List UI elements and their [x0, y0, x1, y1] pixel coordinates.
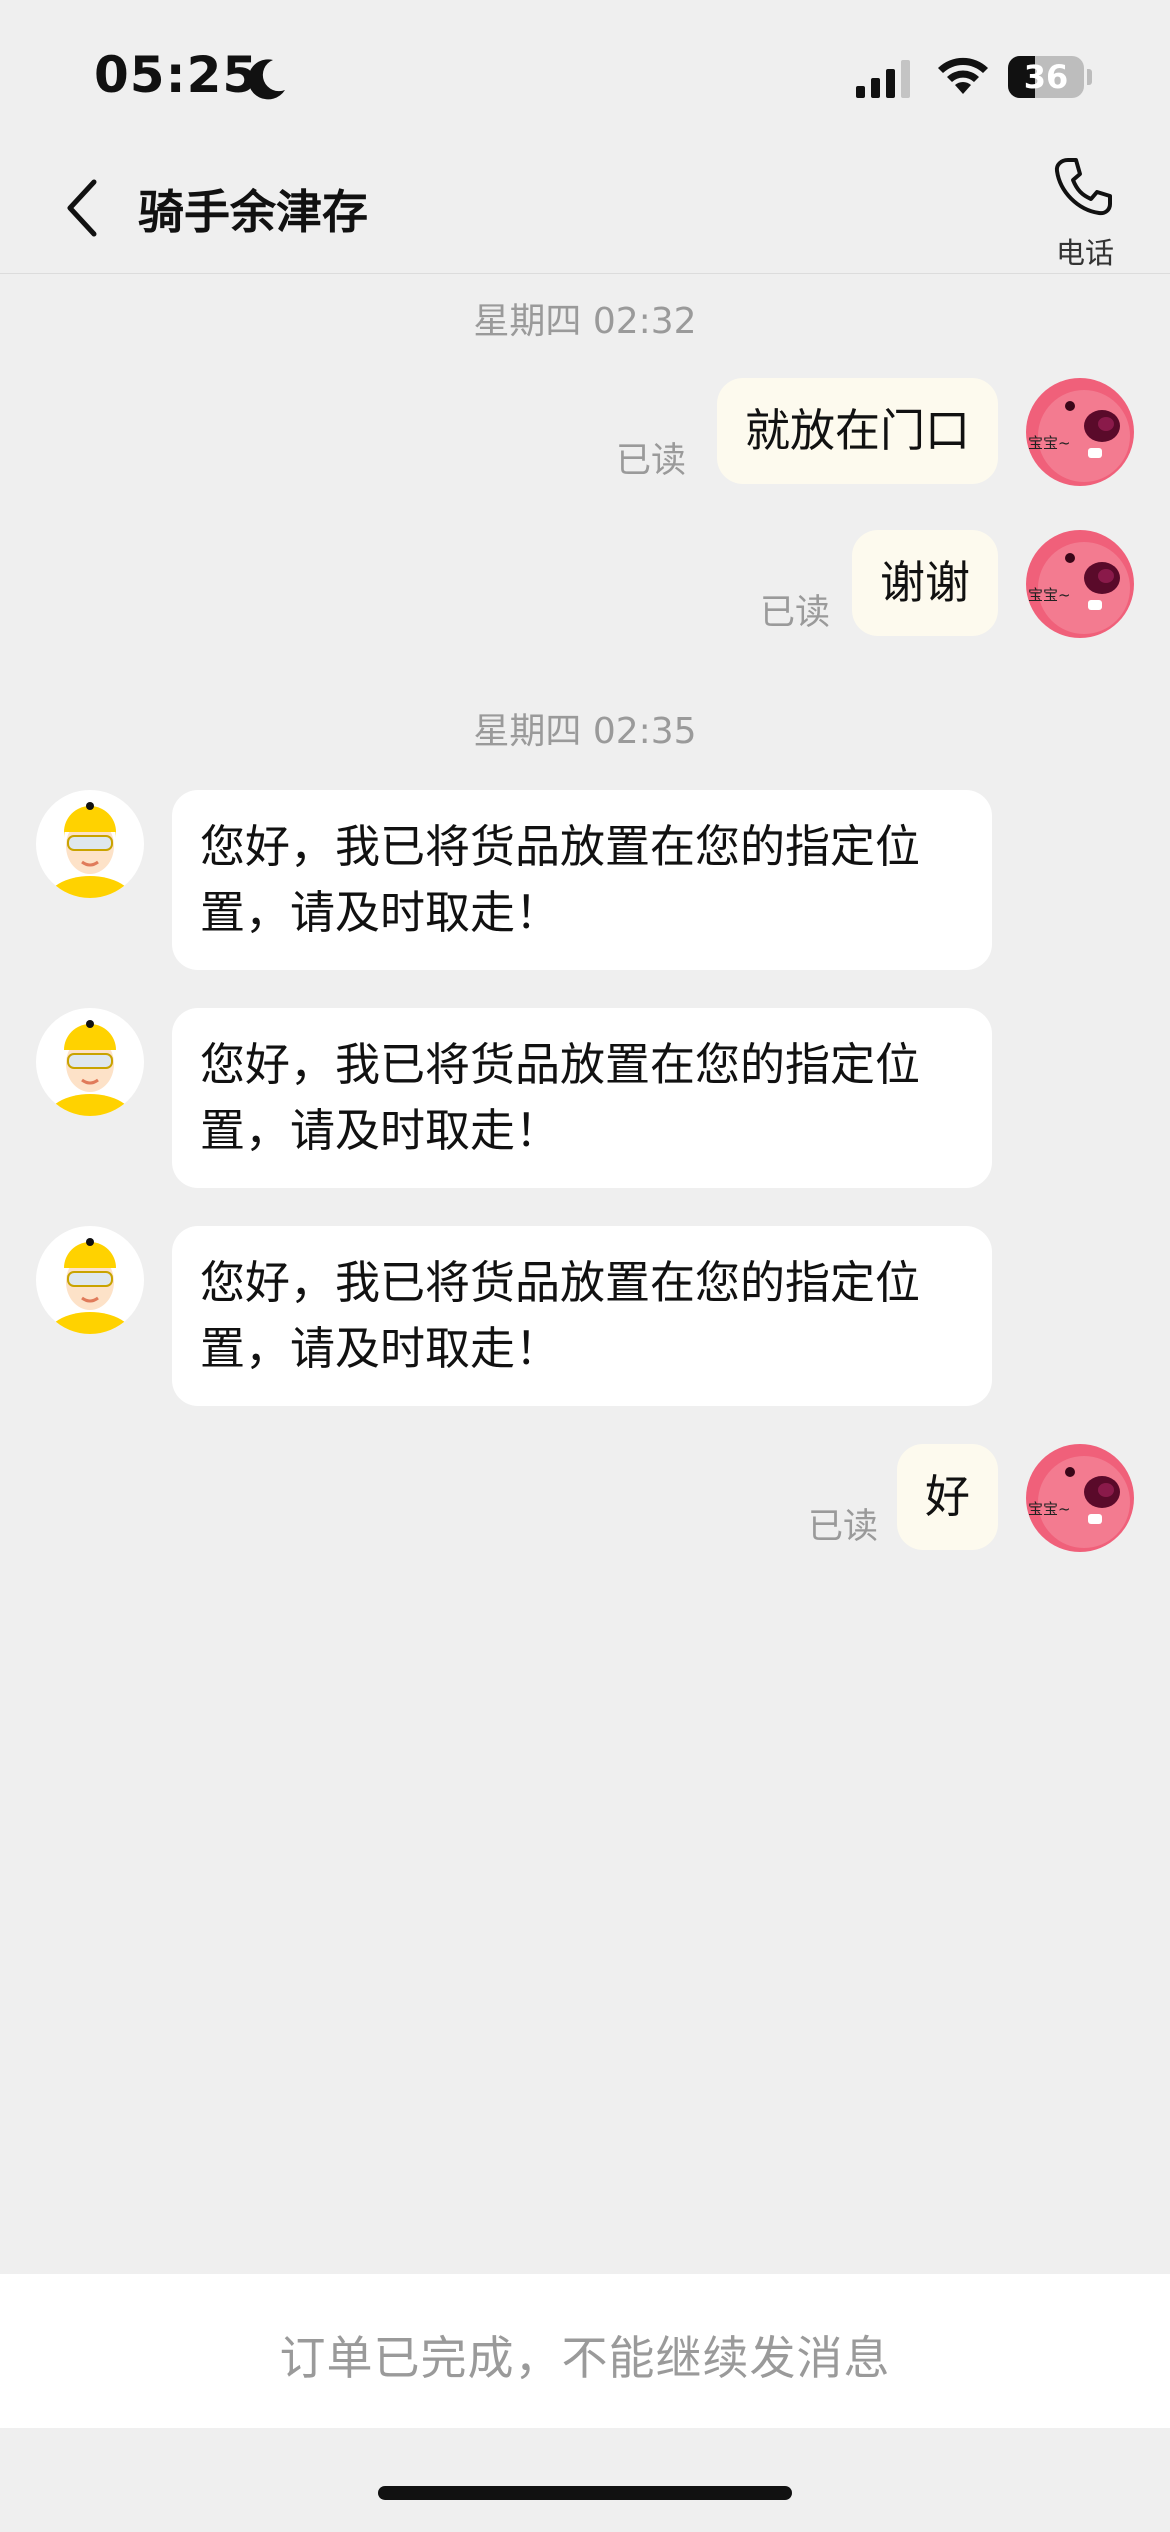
moon-icon — [248, 59, 285, 100]
battery-body: 36 — [1008, 56, 1084, 98]
pink-character-icon: 宝宝~ — [1026, 1444, 1134, 1552]
message-bubble-outgoing[interactable]: 谢谢 — [851, 530, 998, 636]
read-status: 已读 — [616, 441, 687, 481]
rider-character-icon — [36, 1226, 144, 1334]
my-avatar[interactable]: 宝宝~ — [1026, 378, 1134, 486]
message-bubble-incoming[interactable]: 您好，我已将货品放置在您的指定位置，请及时取走！ — [172, 1008, 992, 1188]
read-status: 已读 — [760, 593, 831, 633]
battery-level: 36 — [1023, 58, 1069, 96]
rider-avatar[interactable] — [36, 1226, 144, 1334]
svg-text:宝宝~: 宝宝~ — [1028, 1500, 1071, 1518]
wifi-icon — [938, 57, 988, 94]
time-separator: 星期四 02:35 — [473, 711, 697, 752]
phone-icon — [1054, 158, 1112, 216]
nav-bar: 骑手余津存 电话 — [0, 140, 1170, 274]
battery-cap — [1087, 69, 1092, 85]
pink-character-icon: 宝宝~ — [1026, 530, 1134, 638]
status-time: 05:25 — [94, 46, 259, 104]
svg-text:宝宝~: 宝宝~ — [1028, 434, 1071, 452]
message-bubble-incoming[interactable]: 您好，我已将货品放置在您的指定位置，请及时取走！ — [172, 790, 992, 970]
time-separator: 星期四 02:32 — [473, 301, 697, 342]
signal-icon — [856, 60, 910, 98]
order-complete-notice: 订单已完成，不能继续发消息 — [279, 2331, 891, 2385]
message-bubble-incoming[interactable]: 您好，我已将货品放置在您的指定位置，请及时取走！ — [172, 1226, 992, 1406]
phone-label: 电话 — [1055, 236, 1114, 270]
rider-character-icon — [36, 1008, 144, 1116]
phone-button[interactable]: 电话 — [1030, 150, 1140, 270]
battery-icon: 36 — [1008, 56, 1092, 98]
read-status: 已读 — [808, 1507, 879, 1547]
chat-disabled-footer: 订单已完成，不能继续发消息 — [0, 2274, 1170, 2428]
pink-character-icon: 宝宝~ — [1026, 378, 1134, 486]
rider-avatar[interactable] — [36, 1008, 144, 1116]
message-bubble-outgoing[interactable]: 好 — [896, 1444, 998, 1550]
status-bar: 05:25 36 — [0, 0, 1170, 140]
svg-text:宝宝~: 宝宝~ — [1028, 586, 1071, 604]
rider-avatar[interactable] — [36, 790, 144, 898]
rider-character-icon — [36, 790, 144, 898]
message-bubble-outgoing[interactable]: 就放在门口 — [716, 378, 998, 484]
chevron-left-icon[interactable] — [60, 176, 104, 240]
page-title: 骑手余津存 — [138, 185, 368, 239]
my-avatar[interactable]: 宝宝~ — [1026, 530, 1134, 638]
home-indicator[interactable] — [378, 2486, 792, 2500]
my-avatar[interactable]: 宝宝~ — [1026, 1444, 1134, 1552]
